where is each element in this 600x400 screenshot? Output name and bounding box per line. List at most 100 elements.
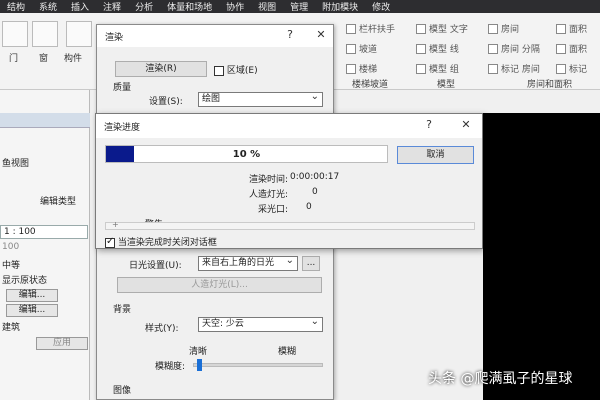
scale-field[interactable]: 1 : 100 bbox=[0, 225, 88, 239]
style-label: 样式(Y): bbox=[145, 324, 179, 334]
artificial-lights-value: 0 bbox=[312, 187, 318, 197]
menu-annotate[interactable]: 注释 bbox=[96, 0, 128, 13]
model-group-icon bbox=[416, 63, 426, 74]
render-viewport[interactable] bbox=[483, 113, 600, 400]
railing-button[interactable]: 栏杆扶手 bbox=[346, 22, 395, 35]
room-icon bbox=[488, 23, 498, 34]
window-icon[interactable] bbox=[32, 21, 58, 47]
setting-label: 设置(S): bbox=[149, 97, 183, 107]
menu-manage[interactable]: 管理 bbox=[283, 0, 315, 13]
door-icon[interactable] bbox=[2, 21, 28, 47]
clear-label: 清晰 bbox=[189, 347, 208, 357]
render-time-label: 渲染时间: bbox=[248, 175, 288, 185]
image-section-title: 图像 bbox=[113, 386, 132, 396]
room-button[interactable]: 房间 bbox=[488, 22, 519, 35]
progress-percent: 10 % bbox=[232, 149, 261, 160]
region-checkbox-row[interactable]: 区域(E) bbox=[214, 63, 258, 76]
detail-level[interactable]: 中等 bbox=[2, 258, 20, 271]
room-separator-button[interactable]: 房间 分隔 bbox=[488, 42, 540, 55]
render-dialog-titlebar: 渲染 ? ✕ bbox=[97, 25, 333, 47]
display-state[interactable]: 显示原状态 bbox=[2, 273, 47, 286]
progress-dialog-titlebar: 渲染进度 ? ✕ bbox=[96, 114, 482, 138]
quality-section-title: 质量 bbox=[113, 83, 132, 93]
menu-addins[interactable]: 附加模块 bbox=[315, 0, 365, 13]
sun-label: 日光设置(U): bbox=[129, 261, 182, 271]
railing-icon bbox=[346, 23, 356, 34]
daylight-portals-value: 0 bbox=[306, 202, 312, 212]
menu-systems[interactable]: 系统 bbox=[32, 0, 64, 13]
sun-more-button[interactable]: ... bbox=[302, 256, 320, 271]
daylight-portals-label: 采光口: bbox=[257, 205, 288, 215]
render-time-value: 0:00:00:17 bbox=[290, 172, 340, 182]
stair-icon bbox=[346, 63, 356, 74]
menu-massing-site[interactable]: 体量和场地 bbox=[160, 0, 219, 13]
menu-collaborate[interactable]: 协作 bbox=[219, 0, 251, 13]
setting-select[interactable]: 绘图 bbox=[198, 90, 323, 107]
component-label: 构件 bbox=[64, 54, 83, 64]
model-line-icon bbox=[416, 43, 426, 54]
menu-modify[interactable]: 修改 bbox=[365, 0, 397, 13]
render-progress-dialog: 渲染进度 ? ✕ 10 % 取消 渲染时间: 0:00:00:17 人造灯光: … bbox=[95, 113, 483, 249]
haze-slider-thumb[interactable] bbox=[196, 359, 202, 371]
edit-type-button[interactable]: 编辑类型 bbox=[40, 194, 76, 207]
haze-label: 模糊度: bbox=[155, 362, 186, 372]
model-line-button[interactable]: 模型 线 bbox=[416, 42, 459, 55]
ramp-icon bbox=[346, 43, 356, 54]
artificial-lights-label: 人造灯光: bbox=[248, 190, 288, 200]
ramp-button[interactable]: 坡道 bbox=[346, 42, 377, 55]
model-text-icon bbox=[416, 23, 426, 34]
blur-label: 模糊 bbox=[278, 347, 297, 357]
background-section-title: 背景 bbox=[113, 305, 132, 315]
watermark: 头条 @爬满虱子的星球 bbox=[428, 371, 573, 387]
stair-button[interactable]: 楼梯 bbox=[346, 62, 377, 75]
edit-button-1[interactable]: 编辑... bbox=[6, 289, 58, 302]
component-icon[interactable] bbox=[66, 21, 92, 47]
region-checkbox[interactable] bbox=[214, 65, 224, 76]
menu-insert[interactable]: 插入 bbox=[64, 0, 96, 13]
help-icon[interactable]: ? bbox=[282, 28, 298, 41]
sun-setting-field[interactable]: 来自右上角的日光 bbox=[198, 254, 298, 271]
door-label: 门 bbox=[9, 54, 19, 64]
progress-dialog-title: 渲染进度 bbox=[104, 123, 141, 133]
artificial-lights-button[interactable]: 人造灯光(L)... bbox=[117, 277, 322, 293]
warning-area: + bbox=[105, 220, 475, 230]
background-style-select[interactable]: 天空: 少云 bbox=[198, 315, 323, 332]
render-button[interactable]: 渲染(R) bbox=[115, 61, 207, 77]
window-label: 窗 bbox=[39, 54, 49, 64]
tag-room-button[interactable]: 标记 房间 bbox=[488, 62, 540, 75]
menu-structure[interactable]: 结构 bbox=[0, 0, 32, 13]
model-text-button[interactable]: 模型 文字 bbox=[416, 22, 468, 35]
panel-room-area: 房间和面积 bbox=[527, 80, 573, 90]
room-separator-icon bbox=[488, 43, 498, 54]
scale-value: 100 bbox=[2, 242, 20, 252]
cancel-button[interactable]: 取消 bbox=[397, 146, 474, 164]
region-label: 区域(E) bbox=[226, 66, 258, 76]
properties-header bbox=[0, 113, 90, 128]
discipline-value[interactable]: 建筑 bbox=[2, 320, 20, 333]
close-on-done-row[interactable]: 当渲染完成时关闭对话框 bbox=[105, 235, 217, 248]
panel-stairs-ramps: 楼梯坡道 bbox=[352, 80, 389, 90]
tag-area-button[interactable]: 标记 bbox=[556, 62, 587, 75]
view-type-text: 鱼视图 bbox=[2, 159, 30, 169]
apply-button[interactable]: 应用 bbox=[36, 337, 88, 350]
close-icon[interactable]: ✕ bbox=[313, 28, 329, 41]
progress-help-icon[interactable]: ? bbox=[421, 118, 437, 131]
close-on-done-checkbox[interactable] bbox=[105, 236, 115, 248]
area-icon bbox=[556, 23, 566, 34]
progress-close-icon[interactable]: ✕ bbox=[458, 118, 474, 131]
model-group-button[interactable]: 模型 组 bbox=[416, 62, 459, 75]
edit-button-2[interactable]: 编辑... bbox=[6, 304, 58, 317]
panel-model: 模型 bbox=[437, 80, 456, 90]
render-dialog-title: 渲染 bbox=[105, 33, 124, 43]
menu-view[interactable]: 视图 bbox=[251, 0, 283, 13]
tag-area-icon bbox=[556, 63, 566, 74]
menu-bar: 结构 系统 插入 注释 分析 体量和场地 协作 视图 管理 附加模块 修改 bbox=[0, 0, 600, 13]
haze-slider-track[interactable] bbox=[193, 359, 323, 371]
progress-bar: 10 % bbox=[105, 145, 388, 163]
area-button[interactable]: 面积 bbox=[556, 22, 587, 35]
properties-panel: 鱼视图 编辑类型 1 : 100 100 中等 显示原状态 编辑... 编辑..… bbox=[0, 90, 90, 400]
menu-analyze[interactable]: 分析 bbox=[128, 0, 160, 13]
area-boundary-button[interactable]: 面积 bbox=[556, 42, 587, 55]
warning-expand-button[interactable]: + bbox=[112, 220, 119, 229]
close-on-done-label: 当渲染完成时关闭对话框 bbox=[117, 238, 217, 248]
